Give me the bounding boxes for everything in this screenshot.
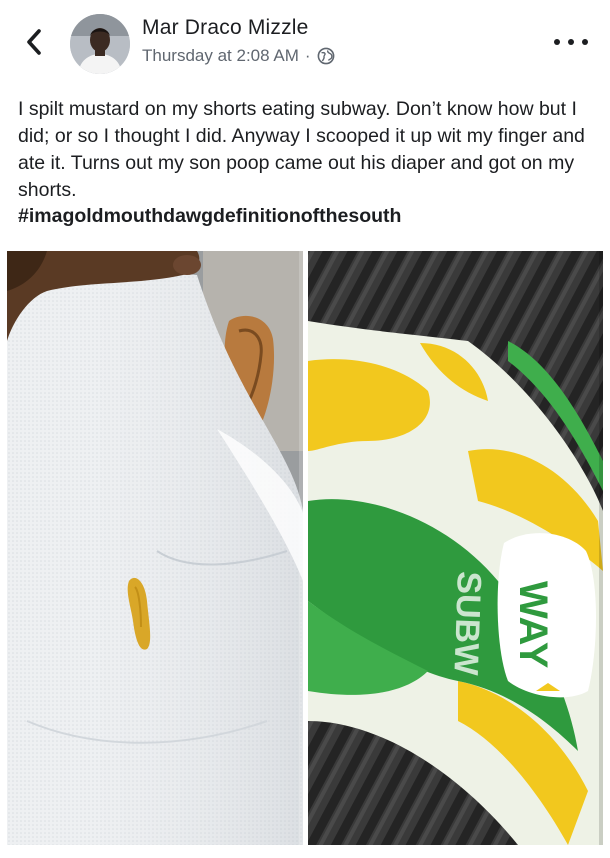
photo-grid: SUBW WAY xyxy=(7,251,603,845)
photo-white-shorts-stain[interactable] xyxy=(7,251,303,845)
wrapper-way-text: WAY xyxy=(511,581,555,669)
post-meta: Thursday at 2:08 AM · xyxy=(142,46,335,66)
svg-text:SUBW: SUBW xyxy=(446,571,488,677)
post-hashtag-link[interactable]: #imagoldmouthdawgdefinitionofthesouth xyxy=(18,203,401,230)
back-button[interactable] xyxy=(20,24,48,64)
post-timestamp[interactable]: Thursday at 2:08 AM xyxy=(142,46,299,66)
photo-subway-wrapper[interactable]: SUBW WAY xyxy=(308,251,603,845)
post-header: Mar Draco Mizzle Thursday at 2:08 AM · xyxy=(0,0,610,86)
meta-separator: · xyxy=(304,46,311,65)
more-options-button[interactable] xyxy=(554,30,588,54)
chevron-left-icon[interactable] xyxy=(25,28,43,61)
author-name[interactable]: Mar Draco Mizzle xyxy=(142,16,309,40)
globe-icon xyxy=(317,47,335,65)
post-body-text: I spilt mustard on my shorts eating subw… xyxy=(18,98,585,201)
avatar[interactable] xyxy=(70,14,130,74)
more-dots-icon[interactable] xyxy=(554,39,588,45)
